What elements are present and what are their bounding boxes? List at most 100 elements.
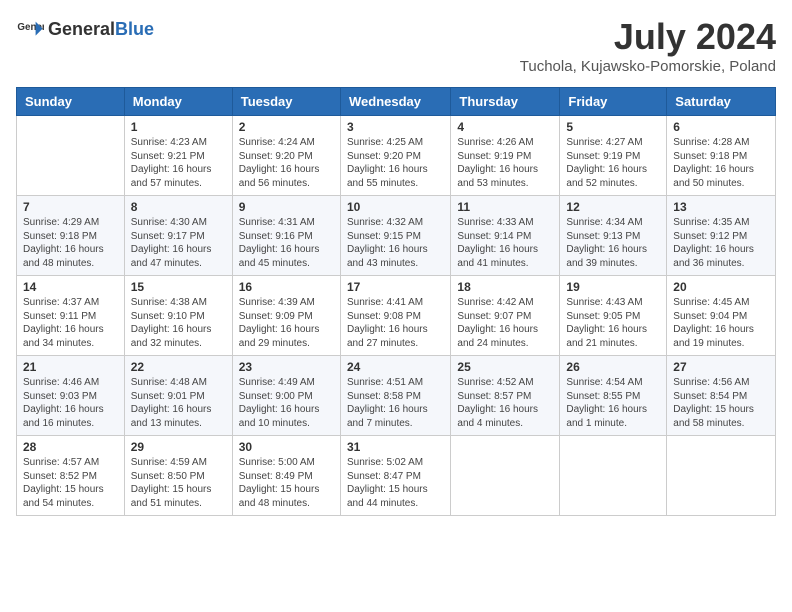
- title-area: July 2024 Tuchola, Kujawsko-Pomorskie, P…: [520, 16, 776, 75]
- day-info: Sunrise: 4:37 AM Sunset: 9:11 PM Dayligh…: [23, 296, 118, 350]
- day-info: Sunrise: 4:45 AM Sunset: 9:04 PM Dayligh…: [673, 296, 769, 350]
- calendar-cell: [560, 436, 667, 516]
- day-number: 15: [131, 280, 226, 294]
- calendar-cell: 15 Sunrise: 4:38 AM Sunset: 9:10 PM Dayli…: [124, 276, 232, 356]
- weekday-header-saturday: Saturday: [667, 88, 776, 116]
- day-info: Sunrise: 4:57 AM Sunset: 8:52 PM Dayligh…: [23, 456, 118, 510]
- day-number: 12: [566, 200, 660, 214]
- day-number: 17: [347, 280, 444, 294]
- calendar-cell: 13Sunrise: 4:35 AM Sunset: 9:12 PM Dayli…: [667, 196, 776, 276]
- calendar-cell: [17, 116, 125, 196]
- day-info: Sunrise: 4:48 AM Sunset: 9:01 PM Dayligh…: [131, 376, 226, 430]
- day-number: 13: [673, 200, 769, 214]
- calendar-cell: 23 Sunrise: 4:49 AM Sunset: 9:00 PM Dayli…: [232, 356, 340, 436]
- calendar-cell: 28Sunrise: 4:57 AM Sunset: 8:52 PM Dayli…: [17, 436, 125, 516]
- calendar-cell: 17 Sunrise: 4:41 AM Sunset: 9:08 PM Dayli…: [340, 276, 450, 356]
- day-number: 1: [131, 120, 226, 134]
- day-info: Sunrise: 4:38 AM Sunset: 9:10 PM Dayligh…: [131, 296, 226, 350]
- day-number: 20: [673, 280, 769, 294]
- calendar-cell: 25 Sunrise: 4:52 AM Sunset: 8:57 PM Dayli…: [451, 356, 560, 436]
- day-number: 31: [347, 440, 444, 454]
- calendar-table: SundayMondayTuesdayWednesdayThursdayFrid…: [16, 87, 776, 516]
- day-number: 6: [673, 120, 769, 134]
- calendar-cell: 26 Sunrise: 4:54 AM Sunset: 8:55 PM Dayli…: [560, 356, 667, 436]
- day-info: Sunrise: 4:56 AM Sunset: 8:54 PM Dayligh…: [673, 376, 769, 430]
- calendar-week-row: 28Sunrise: 4:57 AM Sunset: 8:52 PM Dayli…: [17, 436, 776, 516]
- calendar-cell: 3 Sunrise: 4:25 AM Sunset: 9:20 PM Daylig…: [340, 116, 450, 196]
- weekday-header-sunday: Sunday: [17, 88, 125, 116]
- calendar-cell: 18Sunrise: 4:42 AM Sunset: 9:07 PM Dayli…: [451, 276, 560, 356]
- logo-general-text: General: [48, 19, 115, 39]
- calendar-cell: 10 Sunrise: 4:32 AM Sunset: 9:15 PM Dayli…: [340, 196, 450, 276]
- day-number: 11: [457, 200, 553, 214]
- calendar-cell: 6 Sunrise: 4:28 AM Sunset: 9:18 PM Daylig…: [667, 116, 776, 196]
- day-info: Sunrise: 4:52 AM Sunset: 8:57 PM Dayligh…: [457, 376, 553, 430]
- day-info: Sunrise: 4:41 AM Sunset: 9:08 PM Dayligh…: [347, 296, 444, 350]
- day-info: Sunrise: 5:02 AM Sunset: 8:47 PM Dayligh…: [347, 456, 444, 510]
- weekday-header-wednesday: Wednesday: [340, 88, 450, 116]
- day-number: 30: [239, 440, 334, 454]
- calendar-week-row: 7Sunrise: 4:29 AM Sunset: 9:18 PM Daylig…: [17, 196, 776, 276]
- day-info: Sunrise: 4:25 AM Sunset: 9:20 PM Dayligh…: [347, 136, 444, 190]
- day-number: 8: [131, 200, 226, 214]
- calendar-cell: 14Sunrise: 4:37 AM Sunset: 9:11 PM Dayli…: [17, 276, 125, 356]
- calendar-cell: 24 Sunrise: 4:51 AM Sunset: 8:58 PM Dayli…: [340, 356, 450, 436]
- day-info: Sunrise: 4:59 AM Sunset: 8:50 PM Dayligh…: [131, 456, 226, 510]
- day-number: 16: [239, 280, 334, 294]
- calendar-cell: 31 Sunrise: 5:02 AM Sunset: 8:47 PM Dayli…: [340, 436, 450, 516]
- day-number: 25: [457, 360, 553, 374]
- weekday-header-thursday: Thursday: [451, 88, 560, 116]
- day-info: Sunrise: 4:49 AM Sunset: 9:00 PM Dayligh…: [239, 376, 334, 430]
- weekday-header-row: SundayMondayTuesdayWednesdayThursdayFrid…: [17, 88, 776, 116]
- subtitle: Tuchola, Kujawsko-Pomorskie, Poland: [520, 58, 776, 75]
- weekday-header-tuesday: Tuesday: [232, 88, 340, 116]
- day-info: Sunrise: 4:43 AM Sunset: 9:05 PM Dayligh…: [566, 296, 660, 350]
- calendar-cell: 4 Sunrise: 4:26 AM Sunset: 9:19 PM Daylig…: [451, 116, 560, 196]
- page-header: General GeneralBlue July 2024 Tuchola, K…: [16, 16, 776, 75]
- day-number: 18: [457, 280, 553, 294]
- calendar-cell: 19 Sunrise: 4:43 AM Sunset: 9:05 PM Dayli…: [560, 276, 667, 356]
- day-info: Sunrise: 4:46 AM Sunset: 9:03 PM Dayligh…: [23, 376, 118, 430]
- day-number: 10: [347, 200, 444, 214]
- day-info: Sunrise: 4:39 AM Sunset: 9:09 PM Dayligh…: [239, 296, 334, 350]
- day-info: Sunrise: 4:33 AM Sunset: 9:14 PM Dayligh…: [457, 216, 553, 270]
- day-number: 3: [347, 120, 444, 134]
- day-info: Sunrise: 4:34 AM Sunset: 9:13 PM Dayligh…: [566, 216, 660, 270]
- main-title: July 2024: [520, 16, 776, 58]
- day-number: 7: [23, 200, 118, 214]
- day-number: 23: [239, 360, 334, 374]
- calendar-cell: 21 Sunrise: 4:46 AM Sunset: 9:03 PM Dayli…: [17, 356, 125, 436]
- day-number: 4: [457, 120, 553, 134]
- day-number: 22: [131, 360, 226, 374]
- day-info: Sunrise: 4:27 AM Sunset: 9:19 PM Dayligh…: [566, 136, 660, 190]
- day-number: 29: [131, 440, 226, 454]
- day-info: Sunrise: 4:24 AM Sunset: 9:20 PM Dayligh…: [239, 136, 334, 190]
- calendar-cell: 8Sunrise: 4:30 AM Sunset: 9:17 PM Daylig…: [124, 196, 232, 276]
- calendar-cell: 16 Sunrise: 4:39 AM Sunset: 9:09 PM Dayli…: [232, 276, 340, 356]
- calendar-cell: 22 Sunrise: 4:48 AM Sunset: 9:01 PM Dayli…: [124, 356, 232, 436]
- calendar-week-row: 14Sunrise: 4:37 AM Sunset: 9:11 PM Dayli…: [17, 276, 776, 356]
- day-info: Sunrise: 4:31 AM Sunset: 9:16 PM Dayligh…: [239, 216, 334, 270]
- day-number: 24: [347, 360, 444, 374]
- calendar-cell: 2 Sunrise: 4:24 AM Sunset: 9:20 PM Daylig…: [232, 116, 340, 196]
- day-number: 26: [566, 360, 660, 374]
- calendar-week-row: 21 Sunrise: 4:46 AM Sunset: 9:03 PM Dayli…: [17, 356, 776, 436]
- calendar-cell: 1 Sunrise: 4:23 AM Sunset: 9:21 PM Daylig…: [124, 116, 232, 196]
- day-info: Sunrise: 4:32 AM Sunset: 9:15 PM Dayligh…: [347, 216, 444, 270]
- day-number: 21: [23, 360, 118, 374]
- day-info: Sunrise: 4:51 AM Sunset: 8:58 PM Dayligh…: [347, 376, 444, 430]
- day-info: Sunrise: 4:54 AM Sunset: 8:55 PM Dayligh…: [566, 376, 660, 430]
- calendar-cell: [667, 436, 776, 516]
- logo-icon: General: [16, 16, 44, 44]
- day-info: Sunrise: 4:23 AM Sunset: 9:21 PM Dayligh…: [131, 136, 226, 190]
- day-number: 2: [239, 120, 334, 134]
- day-info: Sunrise: 4:28 AM Sunset: 9:18 PM Dayligh…: [673, 136, 769, 190]
- calendar-cell: 29 Sunrise: 4:59 AM Sunset: 8:50 PM Dayli…: [124, 436, 232, 516]
- day-info: Sunrise: 4:26 AM Sunset: 9:19 PM Dayligh…: [457, 136, 553, 190]
- calendar-cell: 30 Sunrise: 5:00 AM Sunset: 8:49 PM Dayli…: [232, 436, 340, 516]
- day-number: 19: [566, 280, 660, 294]
- weekday-header-monday: Monday: [124, 88, 232, 116]
- day-info: Sunrise: 5:00 AM Sunset: 8:49 PM Dayligh…: [239, 456, 334, 510]
- calendar-cell: 11 Sunrise: 4:33 AM Sunset: 9:14 PM Dayli…: [451, 196, 560, 276]
- calendar-week-row: 1 Sunrise: 4:23 AM Sunset: 9:21 PM Daylig…: [17, 116, 776, 196]
